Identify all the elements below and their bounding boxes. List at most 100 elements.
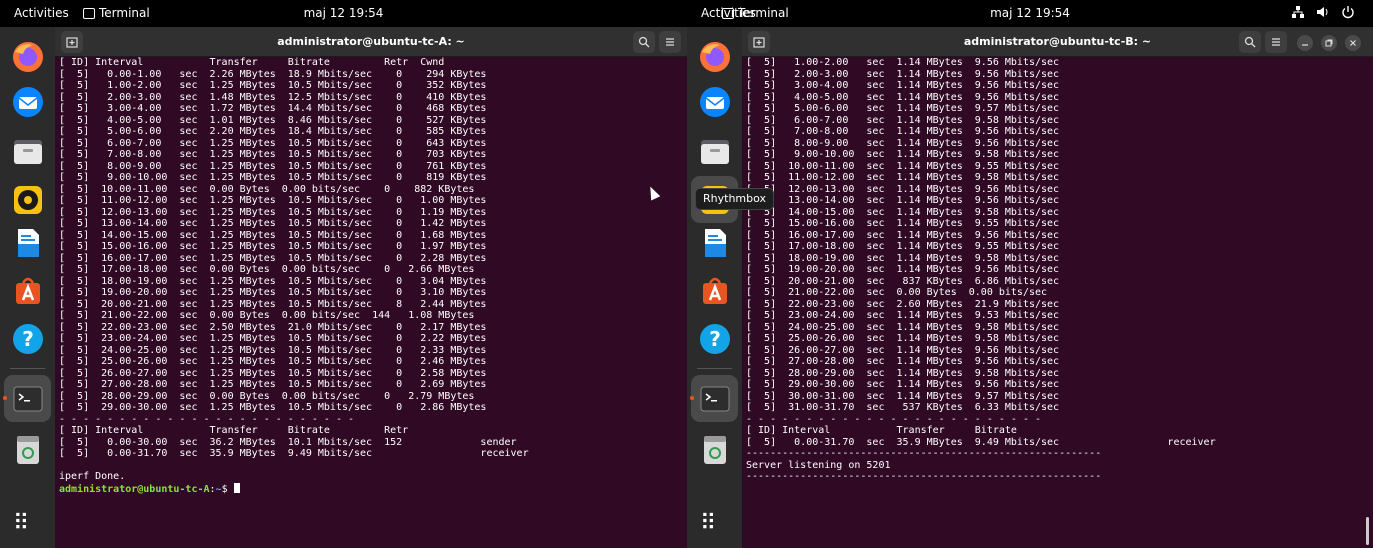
- network-icon: [1292, 6, 1304, 18]
- terminal-line: [ 5] 10.00-11.00 sec 1.14 MBytes 9.55 Mb…: [746, 160, 1060, 172]
- dock-firefox[interactable]: [8, 37, 48, 77]
- terminal-line: [ 5] 6.00-7.00 sec 1.25 MBytes 10.5 Mbit…: [59, 137, 487, 149]
- screen-left: Activities Terminal maj 12 19:54 ? ⠿ adm…: [0, 0, 687, 548]
- terminal-line: [ 5] 1.00-2.00 sec 1.14 MBytes 9.56 Mbit…: [746, 57, 1060, 68]
- terminal-icon: [13, 386, 42, 411]
- dock-writer[interactable]: [695, 223, 735, 263]
- files-icon: [14, 140, 42, 164]
- terminal-line: [ 5] 12.00-13.00 sec 1.25 MBytes 10.5 Mb…: [59, 206, 487, 218]
- dock-writer[interactable]: [8, 223, 48, 263]
- terminal-line: [ 5] 28.00-29.00 sec 0.00 Bytes 0.00 bit…: [59, 390, 475, 402]
- terminal-line: [ 5] 0.00-31.70 sec 35.9 MBytes 9.49 Mbi…: [59, 448, 529, 459]
- dock-separator: [10, 368, 45, 369]
- activities-button[interactable]: Activities: [14, 6, 69, 20]
- terminal-line: [ 5] 18.00-19.00 sec 1.14 MBytes 9.58 Mb…: [746, 252, 1060, 264]
- app-menu-label: Terminal: [738, 6, 789, 20]
- dock-files[interactable]: [695, 131, 735, 171]
- dock-help[interactable]: ?: [695, 319, 735, 359]
- hamburger-menu-icon: [666, 38, 674, 46]
- show-apps-icon[interactable]: ⠿: [700, 513, 716, 535]
- terminal-line: [ 5] 5.00-6.00 sec 1.14 MBytes 9.57 Mbit…: [746, 103, 1060, 114]
- thunderbird-icon: [700, 87, 730, 117]
- app-menu[interactable]: Terminal: [83, 6, 150, 20]
- terminal-line: [ 5] 31.00-31.70 sec 537 KBytes 6.33 Mbi…: [746, 402, 1060, 413]
- top-bar: Activities Terminal maj 12 19:54: [687, 0, 1373, 27]
- dock-thunderbird[interactable]: [8, 82, 48, 122]
- thunderbird-icon: [13, 87, 43, 117]
- terminal-line: [ 5] 3.00-4.00 sec 1.72 MBytes 14.4 Mbit…: [59, 103, 487, 114]
- dock-trash[interactable]: [8, 429, 48, 469]
- trash-icon: [17, 436, 39, 464]
- minimize-icon: [1302, 44, 1308, 46]
- restore-button[interactable]: [1321, 35, 1337, 51]
- text-cursor: [233, 482, 240, 493]
- firefox-icon: [700, 42, 730, 72]
- clock[interactable]: maj 12 19:54: [687, 6, 1373, 20]
- dock-thunderbird[interactable]: [695, 82, 735, 122]
- terminal-line: Server listening on 5201: [746, 459, 891, 471]
- terminal-line: [ 5] 13.00-14.00 sec 1.14 MBytes 9.56 Mb…: [746, 195, 1060, 206]
- help-icon: ?: [13, 324, 43, 354]
- terminal-line: [ 5] 29.00-30.00 sec 1.14 MBytes 9.56 Mb…: [746, 379, 1060, 390]
- terminal-output[interactable]: [ 5] 1.00-2.00 sec 1.14 MBytes 9.56 Mbit…: [746, 57, 1359, 548]
- terminal-line: [ 5] 16.00-17.00 sec 1.25 MBytes 10.5 Mb…: [59, 252, 487, 264]
- top-bar: Activities Terminal maj 12 19:54: [0, 0, 687, 27]
- search-button[interactable]: [633, 31, 655, 53]
- dock-help[interactable]: ?: [8, 319, 48, 359]
- terminal-output[interactable]: [ ID] Interval Transfer Bitrate Retr Cwn…: [59, 57, 673, 548]
- show-apps-icon[interactable]: ⠿: [13, 513, 29, 535]
- dock-files[interactable]: [8, 131, 48, 171]
- terminal-line: [ 5] 18.00-19.00 sec 1.25 MBytes 10.5 Mb…: [59, 275, 487, 287]
- files-icon: [701, 140, 729, 164]
- dock-software[interactable]: [695, 270, 735, 310]
- terminal-line: [ ID] Interval Transfer Bitrate: [746, 425, 1017, 436]
- dock-terminal[interactable]: [691, 375, 738, 422]
- terminal-line: [ 5] 0.00-31.70 sec 35.9 MBytes 9.49 Mbi…: [746, 436, 1216, 448]
- terminal-line: [ 5] 24.00-25.00 sec 1.14 MBytes 9.58 Mb…: [746, 321, 1060, 333]
- terminal-line: [ 5] 17.00-18.00 sec 1.14 MBytes 9.55 Mb…: [746, 241, 1060, 252]
- dock: ? ⠿: [687, 27, 742, 548]
- software-icon: [16, 277, 40, 304]
- terminal-line: [ 5] 9.00-10.00 sec 1.25 MBytes 10.5 Mbi…: [59, 172, 487, 183]
- terminal-window-a[interactable]: administrator@ubuntu-tc-A: ~ [ ID] Inter…: [55, 27, 687, 548]
- terminal-line: [ 5] 22.00-23.00 sec 2.50 MBytes 21.0 Mb…: [59, 321, 487, 333]
- terminal-line: [ 5] 20.00-21.00 sec 837 KBytes 6.86 Mbi…: [746, 275, 1060, 287]
- dock-rhythmbox[interactable]: [8, 180, 48, 220]
- terminal-line: [ 5] 23.00-24.00 sec 1.14 MBytes 9.53 Mb…: [746, 310, 1060, 321]
- dock-terminal[interactable]: [4, 375, 51, 422]
- terminal-line: [ 5] 9.00-10.00 sec 1.14 MBytes 9.58 Mbi…: [746, 149, 1060, 160]
- screen-right: Activities Terminal maj 12 19:54 ? ⠿ adm…: [687, 0, 1373, 548]
- hamburger-menu-icon: [1272, 38, 1280, 46]
- terminal-icon: [700, 386, 729, 411]
- terminal-line: [ 5] 2.00-3.00 sec 1.48 MBytes 12.5 Mbit…: [59, 91, 487, 103]
- menu-button[interactable]: [659, 31, 681, 53]
- dock-firefox[interactable]: [695, 37, 735, 77]
- terminal-window-b[interactable]: administrator@ubuntu-tc-B: ~ [ 5] 1.00-2…: [742, 27, 1373, 548]
- close-button[interactable]: [1345, 35, 1361, 51]
- shell-prompt[interactable]: administrator@ubuntu-tc-A:~$: [59, 482, 673, 495]
- terminal-line: [ 5] 21.00-22.00 sec 0.00 Bytes 0.00 bit…: [59, 310, 475, 321]
- terminal-line: [ ID] Interval Transfer Bitrate Retr: [59, 425, 409, 436]
- terminal-line: [ 5] 5.00-6.00 sec 2.20 MBytes 18.4 Mbit…: [59, 126, 487, 137]
- system-tray[interactable]: [1291, 5, 1355, 19]
- trash-icon: [704, 436, 726, 464]
- help-icon: ?: [700, 324, 730, 354]
- terminal-line: [ 5] 25.00-26.00 sec 1.25 MBytes 10.5 Mb…: [59, 356, 487, 367]
- search-button[interactable]: [1239, 31, 1261, 53]
- minimize-button[interactable]: [1297, 35, 1313, 51]
- terminal-line: [ 5] 7.00-8.00 sec 1.25 MBytes 10.5 Mbit…: [59, 149, 487, 160]
- dock-trash[interactable]: [695, 429, 735, 469]
- prompt-symbol: $: [221, 483, 234, 495]
- dock-software[interactable]: [8, 270, 48, 310]
- scrollbar[interactable]: [1366, 517, 1369, 545]
- firefox-icon: [13, 42, 43, 72]
- app-menu[interactable]: Terminal: [722, 6, 789, 20]
- menu-button[interactable]: [1265, 31, 1287, 53]
- terminal-line: [ 5] 2.00-3.00 sec 1.14 MBytes 9.56 Mbit…: [746, 68, 1060, 80]
- window-title: administrator@ubuntu-tc-A: ~: [277, 35, 465, 48]
- running-indicator: [690, 396, 694, 400]
- software-icon: [703, 277, 727, 304]
- terminal-line: ----------------------------------------…: [746, 448, 1102, 459]
- terminal-line: [ 5] 1.00-2.00 sec 1.25 MBytes 10.5 Mbit…: [59, 80, 487, 91]
- terminal-small-icon: [722, 7, 734, 19]
